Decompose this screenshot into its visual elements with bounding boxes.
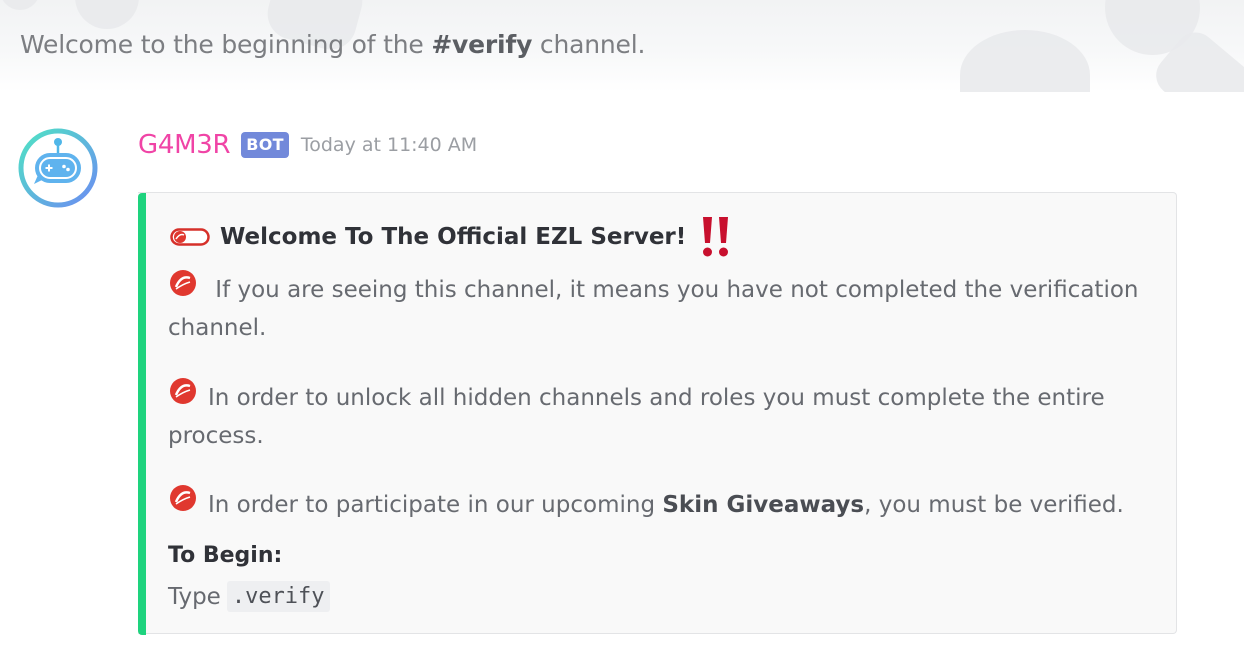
chat-page: Welcome to the beginning of the #verify … bbox=[0, 0, 1244, 670]
channel-name[interactable]: #verify bbox=[431, 30, 532, 59]
bot-badge: BOT bbox=[241, 132, 289, 158]
embed-paragraph: If you are seeing this channel, it means… bbox=[168, 269, 1158, 347]
embed-accent-bar bbox=[138, 193, 146, 635]
banner-decoration bbox=[0, 0, 40, 10]
robot-gamepad-icon bbox=[18, 128, 98, 208]
red-cleat-icon bbox=[168, 484, 198, 524]
embed-title: Welcome To The Official EZL Server! bbox=[170, 215, 732, 259]
channel-welcome-banner: Welcome to the beginning of the #verify … bbox=[0, 0, 1244, 92]
embed-paragraph-text: If you are seeing this channel, it means… bbox=[168, 277, 1139, 341]
embed-field-value: Type .verify bbox=[168, 581, 330, 612]
welcome-suffix: channel. bbox=[532, 30, 646, 59]
embed-field-name: To Begin: bbox=[168, 543, 283, 568]
message-header: G4M3R BOT Today at 11:40 AM bbox=[138, 130, 477, 160]
skin-giveaways-text: Skin Giveaways bbox=[662, 492, 865, 518]
embed-paragraph: In order to participate in our upcoming … bbox=[168, 484, 1158, 524]
welcome-prefix: Welcome to the beginning of the bbox=[20, 30, 432, 59]
red-cleat-icon bbox=[168, 269, 198, 309]
avatar[interactable] bbox=[18, 128, 98, 208]
banner-decoration bbox=[960, 30, 1090, 92]
verify-command-code[interactable]: .verify bbox=[226, 581, 330, 612]
embed-paragraph-text: In order to participate in our upcoming bbox=[208, 492, 663, 518]
toggle-switch-icon bbox=[170, 228, 210, 246]
red-cleat-icon bbox=[168, 377, 198, 417]
field-value-prefix: Type bbox=[168, 583, 221, 610]
message-timestamp[interactable]: Today at 11:40 AM bbox=[301, 134, 477, 156]
embed-title-text: Welcome To The Official EZL Server! bbox=[220, 224, 687, 250]
double-exclamation-icon bbox=[700, 215, 732, 259]
channel-welcome-text: Welcome to the beginning of the #verify … bbox=[20, 30, 645, 59]
embed-paragraph-text: In order to unlock all hidden channels a… bbox=[168, 385, 1105, 449]
embed-paragraph: In order to unlock all hidden channels a… bbox=[168, 377, 1158, 455]
rich-embed: Welcome To The Official EZL Server! If y… bbox=[138, 192, 1177, 635]
embed-paragraph-text: , you must be verified. bbox=[864, 492, 1124, 518]
author-name[interactable]: G4M3R bbox=[138, 130, 231, 160]
banner-decoration bbox=[75, 0, 139, 29]
